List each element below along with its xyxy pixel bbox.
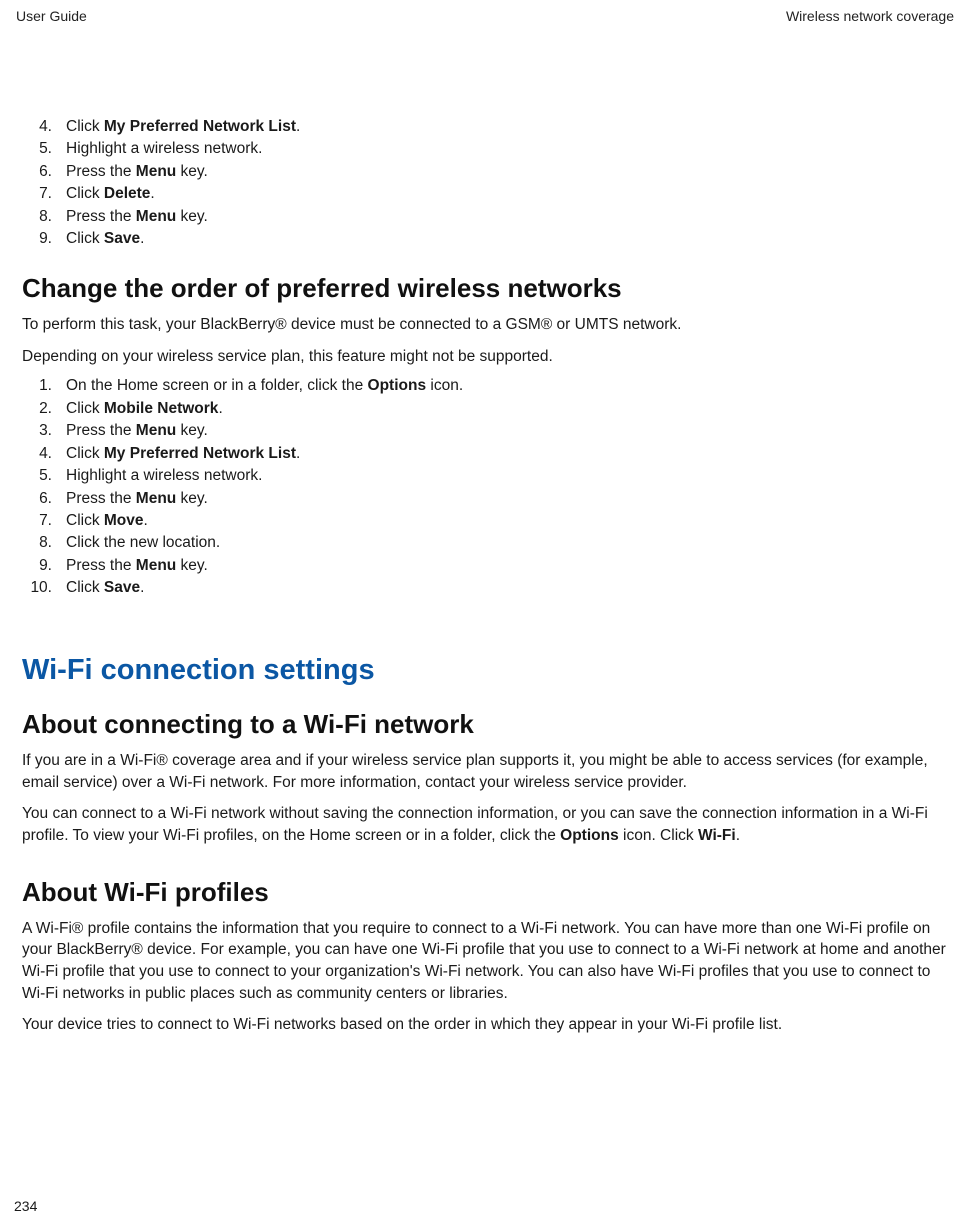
step-text: Press the Menu key. bbox=[66, 206, 952, 228]
step-bold: Menu bbox=[136, 422, 176, 439]
step-text: On the Home screen or in a folder, click… bbox=[66, 375, 952, 397]
section2-p2-a: You can connect to a Wi-Fi network witho… bbox=[22, 805, 928, 844]
steps-list-a: 4.Click My Preferred Network List.5.High… bbox=[22, 116, 952, 251]
step-text: Click Save. bbox=[66, 228, 952, 250]
list-item: 7.Click Delete. bbox=[22, 183, 952, 205]
section-title-change-order: Change the order of preferred wireless n… bbox=[22, 273, 952, 304]
list-item: 8.Press the Menu key. bbox=[22, 206, 952, 228]
step-number: 8. bbox=[22, 206, 66, 228]
step-number: 4. bbox=[22, 443, 66, 465]
list-item: 5.Highlight a wireless network. bbox=[22, 138, 952, 160]
section-title-about-profiles: About Wi-Fi profiles bbox=[22, 877, 952, 908]
list-item: 3.Press the Menu key. bbox=[22, 420, 952, 442]
step-number: 6. bbox=[22, 161, 66, 183]
step-bold: Menu bbox=[136, 208, 176, 225]
step-number: 9. bbox=[22, 555, 66, 577]
step-bold: Menu bbox=[136, 557, 176, 574]
list-item: 2.Click Mobile Network. bbox=[22, 398, 952, 420]
step-number: 1. bbox=[22, 375, 66, 397]
list-item: 8.Click the new location. bbox=[22, 532, 952, 554]
section2-p1: If you are in a Wi-Fi® coverage area and… bbox=[22, 750, 952, 793]
section3-p2: Your device tries to connect to Wi-Fi ne… bbox=[22, 1014, 952, 1036]
section2-p2: You can connect to a Wi-Fi network witho… bbox=[22, 803, 952, 846]
step-text: Press the Menu key. bbox=[66, 488, 952, 510]
step-number: 7. bbox=[22, 183, 66, 205]
step-bold: My Preferred Network List bbox=[104, 118, 296, 135]
section2-p2-b2: Wi-Fi bbox=[698, 827, 736, 844]
page-header: User Guide Wireless network coverage bbox=[10, 8, 964, 24]
step-text: Press the Menu key. bbox=[66, 555, 952, 577]
step-text: Highlight a wireless network. bbox=[66, 465, 952, 487]
step-bold: My Preferred Network List bbox=[104, 445, 296, 462]
header-right: Wireless network coverage bbox=[786, 8, 954, 24]
list-item: 9.Click Save. bbox=[22, 228, 952, 250]
step-number: 2. bbox=[22, 398, 66, 420]
step-text: Click Mobile Network. bbox=[66, 398, 952, 420]
step-text: Click My Preferred Network List. bbox=[66, 443, 952, 465]
step-bold: Move bbox=[104, 512, 144, 529]
section1-p1: To perform this task, your BlackBerry® d… bbox=[22, 314, 952, 336]
step-text: Click Move. bbox=[66, 510, 952, 532]
step-text: Click the new location. bbox=[66, 532, 952, 554]
step-number: 3. bbox=[22, 420, 66, 442]
page-number: 234 bbox=[14, 1198, 37, 1214]
step-bold: Save bbox=[104, 579, 140, 596]
list-item: 6.Press the Menu key. bbox=[22, 488, 952, 510]
section2-p2-d: . bbox=[736, 827, 740, 844]
step-number: 8. bbox=[22, 532, 66, 554]
h1-wifi-settings: Wi-Fi connection settings bbox=[22, 654, 952, 687]
list-item: 1.On the Home screen or in a folder, cli… bbox=[22, 375, 952, 397]
list-item: 4.Click My Preferred Network List. bbox=[22, 116, 952, 138]
section2-p2-c: icon. Click bbox=[619, 827, 698, 844]
list-item: 4.Click My Preferred Network List. bbox=[22, 443, 952, 465]
step-number: 7. bbox=[22, 510, 66, 532]
section-title-about-connecting: About connecting to a Wi-Fi network bbox=[22, 709, 952, 740]
header-left: User Guide bbox=[16, 8, 87, 24]
step-text: Click My Preferred Network List. bbox=[66, 116, 952, 138]
section2-p2-b1: Options bbox=[560, 827, 619, 844]
step-number: 9. bbox=[22, 228, 66, 250]
step-bold: Options bbox=[368, 377, 427, 394]
step-text: Highlight a wireless network. bbox=[66, 138, 952, 160]
step-bold: Menu bbox=[136, 163, 176, 180]
step-text: Press the Menu key. bbox=[66, 161, 952, 183]
step-bold: Menu bbox=[136, 490, 176, 507]
step-text: Click Delete. bbox=[66, 183, 952, 205]
step-text: Press the Menu key. bbox=[66, 420, 952, 442]
step-bold: Save bbox=[104, 230, 140, 247]
section3-p1: A Wi-Fi® profile contains the informatio… bbox=[22, 918, 952, 1005]
step-text: Click Save. bbox=[66, 577, 952, 599]
step-number: 5. bbox=[22, 465, 66, 487]
list-item: 5.Highlight a wireless network. bbox=[22, 465, 952, 487]
list-item: 7.Click Move. bbox=[22, 510, 952, 532]
section1-p2: Depending on your wireless service plan,… bbox=[22, 346, 952, 368]
step-number: 10. bbox=[22, 577, 66, 599]
page-content: 4.Click My Preferred Network List.5.High… bbox=[10, 24, 964, 1036]
step-number: 4. bbox=[22, 116, 66, 138]
step-number: 6. bbox=[22, 488, 66, 510]
list-item: 9.Press the Menu key. bbox=[22, 555, 952, 577]
list-item: 6.Press the Menu key. bbox=[22, 161, 952, 183]
step-bold: Delete bbox=[104, 185, 151, 202]
list-item: 10.Click Save. bbox=[22, 577, 952, 599]
step-number: 5. bbox=[22, 138, 66, 160]
steps-list-b: 1.On the Home screen or in a folder, cli… bbox=[22, 375, 952, 600]
step-bold: Mobile Network bbox=[104, 400, 219, 417]
